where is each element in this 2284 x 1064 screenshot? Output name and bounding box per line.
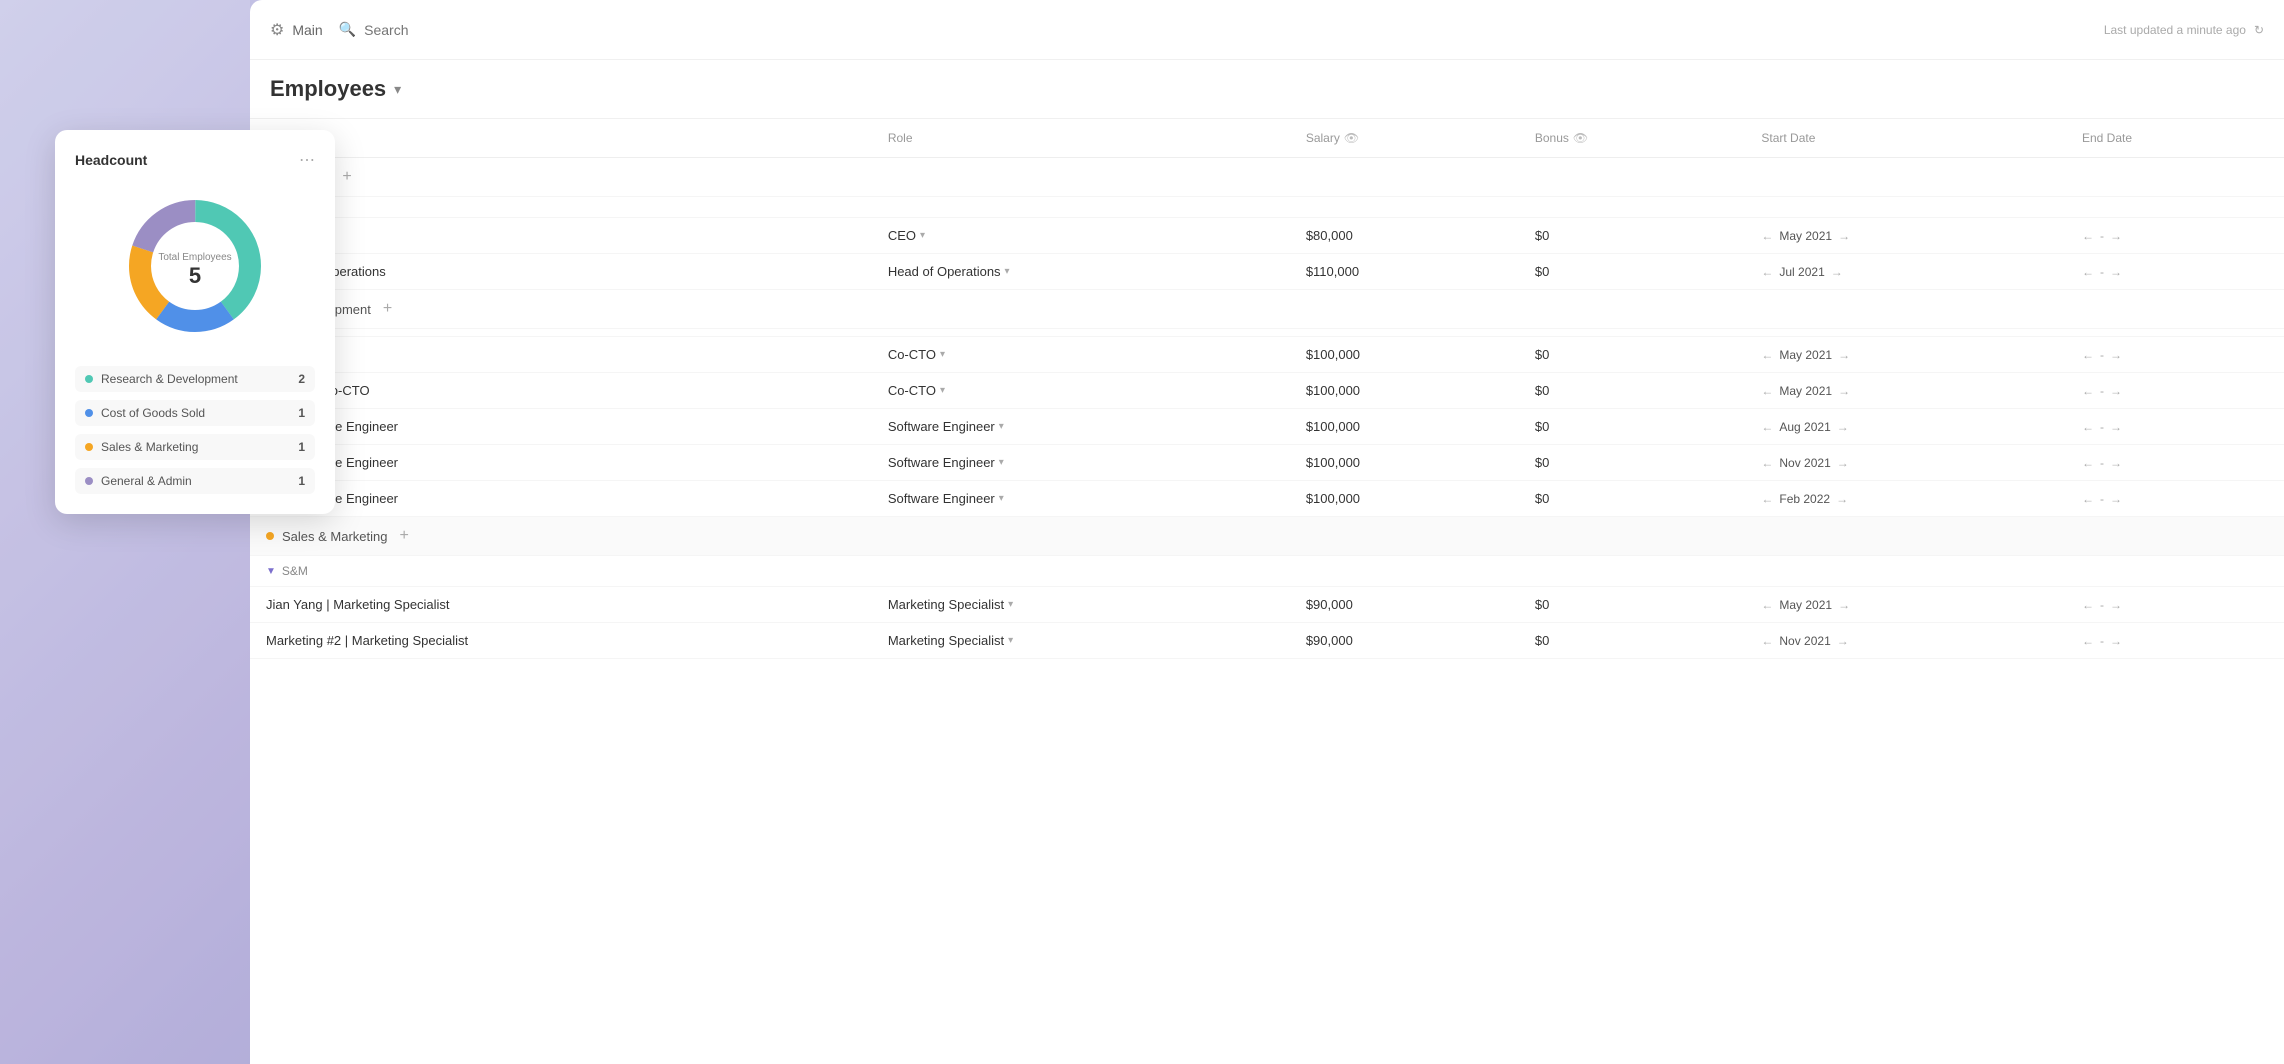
legend-item-sm: Sales & Marketing 1 (75, 434, 315, 460)
col-name: Name (250, 119, 872, 158)
add-sm-button[interactable]: + (396, 527, 413, 545)
legend-dot-cogs (85, 409, 93, 417)
search-bar[interactable]: 🔍 (339, 21, 2088, 38)
legend-item-cogs: Cost of Goods Sold 1 (75, 400, 315, 426)
group-row-ga: & Admin + (250, 158, 2284, 197)
table-row: | Co-CTO Co-CTO ▾ $100,000 $0 ← (250, 337, 2284, 373)
col-start-date: Start Date (1745, 119, 2066, 158)
table-row: #5 | Software Engineer Software Engineer… (250, 481, 2284, 517)
spacer-row-rd (250, 329, 2284, 337)
spacer-cell (250, 197, 2284, 218)
table-wrapper: Name Role Salary 👁 (250, 119, 2284, 1064)
search-icon: 🔍 (339, 21, 356, 38)
topbar-left: ⚙ Main (270, 20, 323, 40)
employees-title: Employees (270, 76, 386, 102)
employee-role-cell-ops: Head of Operations ▾ (872, 254, 1290, 290)
donut-total-label: Total Employees (158, 252, 231, 263)
table-row: | CEO CEO ▾ $80,000 $0 ← (250, 218, 2284, 254)
donut-chart: Total Employees 5 (115, 186, 275, 346)
headcount-title: Headcount (75, 152, 147, 168)
more-options-icon[interactable]: ⋯ (299, 150, 315, 170)
employee-id-ops: | Head of Operations (250, 254, 872, 290)
legend-dot-ga (85, 477, 93, 485)
legend-count-rd: 2 (298, 372, 305, 386)
role-dropdown-ops[interactable]: ▾ (1005, 266, 1010, 277)
headcount-header: Headcount ⋯ (75, 150, 315, 170)
end-date-prev-ceo[interactable]: ← (2082, 229, 2094, 243)
legend-item-rd: Research & Development 2 (75, 366, 315, 392)
employee-enddate-ceo: ← - → (2066, 218, 2284, 254)
employees-table: Name Role Salary 👁 (250, 119, 2284, 659)
spacer-row-ga (250, 197, 2284, 218)
last-updated-text: Last updated a minute ago (2104, 23, 2246, 37)
topbar: ⚙ Main 🔍 Last updated a minute ago ↻ (250, 0, 2284, 60)
employee-id-gilfoyle: | Co-CTO (250, 337, 872, 373)
col-salary: Salary 👁 (1290, 119, 1519, 158)
table-row: Marketing #2 | Marketing Specialist Mark… (250, 623, 2284, 659)
legend-label-sm: Sales & Marketing (101, 440, 198, 454)
headcount-card: Headcount ⋯ (55, 130, 335, 514)
table-header: Name Role Salary 👁 (250, 119, 2284, 158)
employee-startdate-ceo: ← May 2021 → (1745, 218, 2066, 254)
col-role: Role (872, 119, 1290, 158)
refresh-icon[interactable]: ↻ (2254, 23, 2264, 37)
donut-total-value: 5 (189, 263, 201, 288)
employee-bonus-ops: $0 (1519, 254, 1746, 290)
subgroup-row-sm: ▼ S&M (250, 556, 2284, 587)
employee-id-ceo: | CEO (250, 218, 872, 254)
donut-chart-container: Total Employees 5 (75, 186, 315, 346)
legend-item-ga: General & Admin 1 (75, 468, 315, 494)
employee-bonus-ceo: $0 (1519, 218, 1746, 254)
table-row: Jian Yang | Marketing Specialist Marketi… (250, 587, 2284, 623)
salary-eye-icon[interactable]: 👁 (1344, 131, 1359, 145)
main-container: Headcount ⋯ (0, 0, 2284, 1064)
employees-chevron-icon[interactable]: ▾ (394, 81, 401, 98)
role-dropdown-ceo[interactable]: ▾ (920, 230, 925, 241)
legend-count-cogs: 1 (298, 406, 305, 420)
table-row: | Head of Operations Head of Operations … (250, 254, 2284, 290)
end-date-next-ceo[interactable]: → (2110, 229, 2122, 243)
table-row: #3 | Software Engineer Software Engineer… (250, 409, 2284, 445)
content-area: ⚙ Main 🔍 Last updated a minute ago ↻ Emp… (250, 0, 2284, 1064)
employee-role-cell-ceo: CEO ▾ (872, 218, 1290, 254)
main-label: Main (292, 22, 322, 38)
bonus-eye-icon[interactable]: 👁 (1573, 131, 1588, 145)
legend-count-sm: 1 (298, 440, 305, 454)
employee-startdate-ops: ← Jul 2021 → (1745, 254, 2066, 290)
start-date-next-ceo[interactable]: → (1838, 229, 1850, 243)
group-row-rd: & Development + (250, 290, 2284, 329)
legend-dot-sm (85, 443, 93, 451)
legend-label-rd: Research & Development (101, 372, 238, 386)
group-dot-sm (266, 532, 274, 540)
add-rd-button[interactable]: + (379, 300, 396, 318)
start-date-prev-ceo[interactable]: ← (1761, 229, 1773, 243)
group-label-sm: Sales & Marketing (282, 529, 388, 544)
table-row: #4 | Software Engineer Software Engineer… (250, 445, 2284, 481)
group-row-sm: Sales & Marketing + (250, 517, 2284, 556)
legend-count-ga: 1 (298, 474, 305, 488)
table-row: Chugtai | Co-CTO Co-CTO ▾ $100,000 $0 (250, 373, 2284, 409)
col-bonus: Bonus 👁 (1519, 119, 1746, 158)
employees-header: Employees ▾ (250, 60, 2284, 119)
employee-salary-ceo: $80,000 (1290, 218, 1519, 254)
employee-salary-ops: $110,000 (1290, 254, 1519, 290)
nav-icon: ⚙ (270, 20, 284, 40)
legend-label-ga: General & Admin (101, 474, 192, 488)
subgroup-arrow-sm[interactable]: ▼ (266, 566, 276, 577)
topbar-right: Last updated a minute ago ↻ (2104, 23, 2264, 37)
legend-label-cogs: Cost of Goods Sold (101, 406, 205, 420)
legend-dot-rd (85, 375, 93, 383)
add-ga-button[interactable]: + (338, 168, 355, 186)
col-end-date: End Date (2066, 119, 2284, 158)
search-input[interactable] (364, 22, 564, 38)
employee-enddate-ops: ← - → (2066, 254, 2284, 290)
subgroup-label-sm: S&M (282, 564, 308, 578)
legend: Research & Development 2 Cost of Goods S… (75, 366, 315, 494)
table-body: & Admin + | CEO (250, 158, 2284, 659)
